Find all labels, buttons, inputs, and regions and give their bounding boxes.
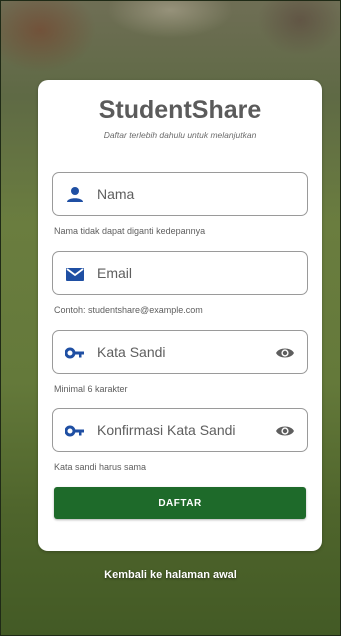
confirm-password-field[interactable]: Konfirmasi Kata Sandi [52,408,308,452]
back-to-home-link[interactable]: Kembali ke halaman awal [0,569,341,581]
confirm-password-placeholder: Konfirmasi Kata Sandi [97,422,236,438]
register-button[interactable]: DAFTAR [54,487,306,519]
eye-icon[interactable] [275,343,295,363]
person-icon [65,185,85,205]
register-card: StudentShare Daftar terlebih dahulu untu… [38,80,322,551]
password-helper-text: Minimal 6 karakter [54,384,128,394]
name-helper-text: Nama tidak dapat diganti kedepannya [54,226,206,236]
eye-icon[interactable] [275,421,295,441]
email-placeholder: Email [97,265,133,281]
password-placeholder: Kata Sandi [97,344,166,360]
email-field[interactable]: Email [52,251,308,295]
name-field[interactable]: Nama [52,172,308,216]
email-helper-text: Contoh: studentshare@example.com [54,305,203,315]
name-placeholder: Nama [97,186,135,202]
key-icon [64,421,85,441]
mail-icon [65,264,85,284]
app-title: StudentShare [98,96,262,124]
app-subtitle: Daftar terlebih dahulu untuk melanjutkan [103,130,257,140]
key-icon [64,343,85,363]
confirm-password-helper-text: Kata sandi harus sama [54,462,147,472]
password-field[interactable]: Kata Sandi [52,330,308,374]
